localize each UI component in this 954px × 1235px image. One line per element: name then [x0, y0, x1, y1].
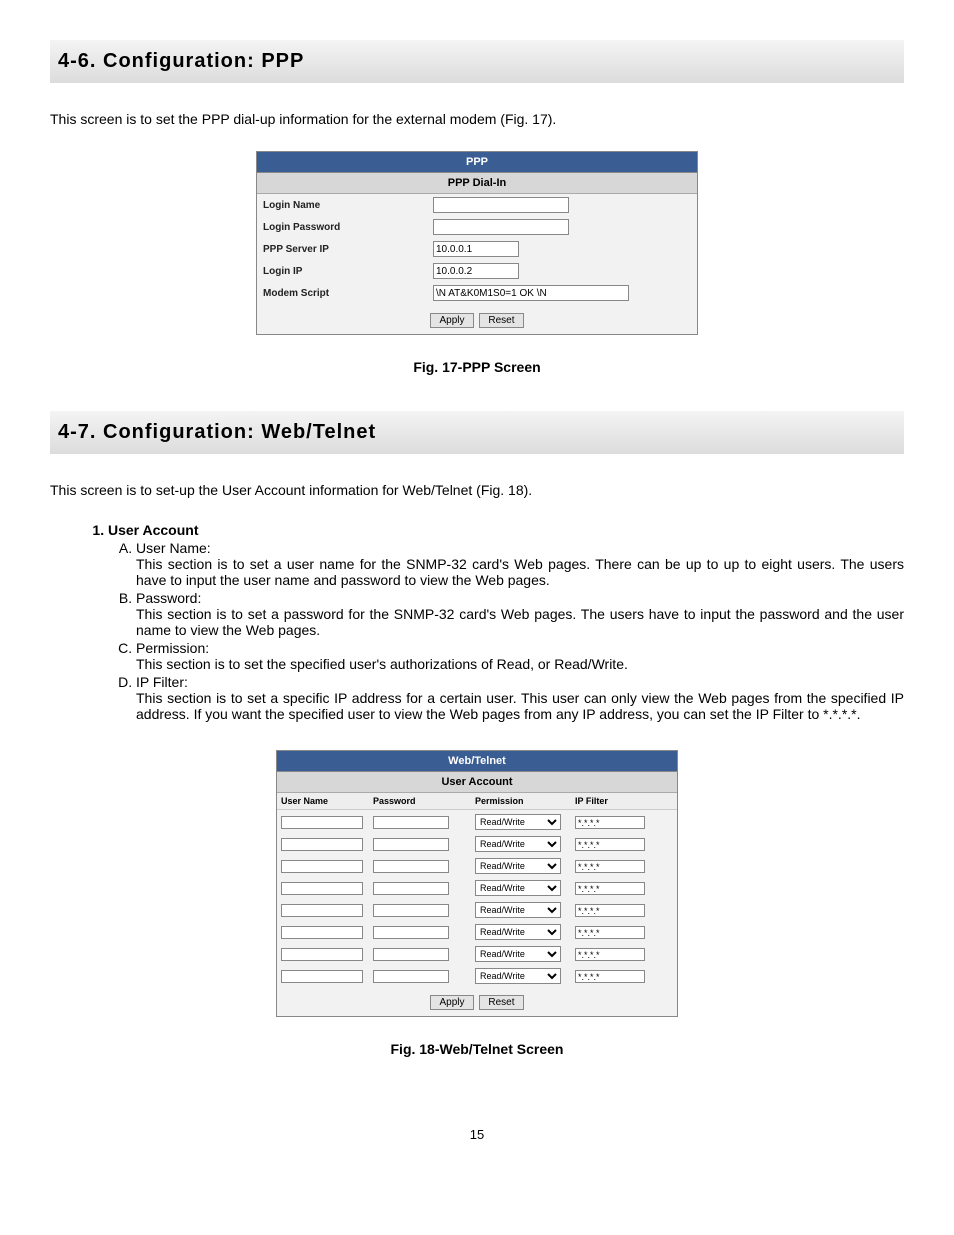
input-login-ip[interactable] [433, 263, 519, 279]
row-password-input[interactable] [373, 838, 449, 851]
table-row: Read/Write [277, 898, 677, 920]
row-password-input[interactable] [373, 882, 449, 895]
row-password-input[interactable] [373, 948, 449, 961]
row-ppp-server-ip: PPP Server IP [257, 238, 697, 260]
item-ip-filter-label: IP Filter: [136, 674, 188, 690]
webtelnet-reset-button[interactable]: Reset [479, 995, 523, 1010]
item-password: Password: This section is to set a passw… [136, 590, 904, 638]
page-number: 15 [50, 1127, 904, 1142]
ppp-panel-title: PPP [257, 152, 697, 173]
webtelnet-panel-title: Web/Telnet [277, 751, 677, 772]
row-user-input[interactable] [281, 882, 363, 895]
col-user-name: User Name [281, 796, 373, 806]
col-password: Password [373, 796, 475, 806]
label-login-name: Login Name [263, 200, 433, 211]
row-ipfilter-input[interactable] [575, 816, 645, 829]
row-user-input[interactable] [281, 860, 363, 873]
col-ip-filter: IP Filter [575, 796, 665, 806]
ppp-apply-button[interactable]: Apply [430, 313, 473, 328]
row-permission-select[interactable]: Read/Write [475, 902, 561, 918]
row-user-input[interactable] [281, 926, 363, 939]
table-row: Read/Write [277, 920, 677, 942]
row-login-name: Login Name [257, 194, 697, 216]
row-login-password: Login Password [257, 216, 697, 238]
row-ipfilter-input[interactable] [575, 904, 645, 917]
table-row: Read/Write [277, 832, 677, 854]
row-password-input[interactable] [373, 970, 449, 983]
row-permission-select[interactable]: Read/Write [475, 836, 561, 852]
input-modem-script[interactable] [433, 285, 629, 301]
row-modem-script: Modem Script [257, 282, 697, 304]
webtelnet-panel-subtitle: User Account [277, 772, 677, 793]
row-ipfilter-input[interactable] [575, 948, 645, 961]
row-permission-select[interactable]: Read/Write [475, 880, 561, 896]
ppp-panel-buttons: Apply Reset [257, 304, 697, 334]
webtelnet-panel-buttons: Apply Reset [277, 986, 677, 1016]
row-user-input[interactable] [281, 838, 363, 851]
row-permission-select[interactable]: Read/Write [475, 814, 561, 830]
table-row: Read/Write [277, 854, 677, 876]
item-permission: Permission: This section is to set the s… [136, 640, 904, 672]
row-password-input[interactable] [373, 816, 449, 829]
fig-18-caption: Fig. 18-Web/Telnet Screen [50, 1041, 904, 1057]
col-permission: Permission [475, 796, 575, 806]
section-4-6-heading: 4-6. Configuration: PPP [50, 40, 904, 83]
row-user-input[interactable] [281, 904, 363, 917]
item-user-name: User Name: This section is to set a user… [136, 540, 904, 588]
item-ip-filter: IP Filter: This section is to set a spec… [136, 674, 904, 722]
row-permission-select[interactable]: Read/Write [475, 946, 561, 962]
row-password-input[interactable] [373, 904, 449, 917]
item-permission-body: This section is to set the specified use… [136, 656, 904, 672]
webtelnet-panel: Web/Telnet User Account User Name Passwo… [276, 750, 678, 1017]
label-modem-script: Modem Script [263, 288, 433, 299]
item-user-name-body: This section is to set a user name for t… [136, 556, 904, 588]
row-ipfilter-input[interactable] [575, 882, 645, 895]
row-ipfilter-input[interactable] [575, 926, 645, 939]
label-ppp-server-ip: PPP Server IP [263, 244, 433, 255]
table-row: Read/Write [277, 876, 677, 898]
table-row: Read/Write [277, 810, 677, 832]
item-password-body: This section is to set a password for th… [136, 606, 904, 638]
item-user-name-label: User Name: [136, 540, 211, 556]
input-ppp-server-ip[interactable] [433, 241, 519, 257]
label-login-password: Login Password [263, 222, 433, 233]
row-login-ip: Login IP [257, 260, 697, 282]
row-user-input[interactable] [281, 970, 363, 983]
label-login-ip: Login IP [263, 266, 433, 277]
item-password-label: Password: [136, 590, 201, 606]
ppp-reset-button[interactable]: Reset [479, 313, 523, 328]
row-permission-select[interactable]: Read/Write [475, 858, 561, 874]
table-row: Read/Write [277, 942, 677, 964]
webtelnet-apply-button[interactable]: Apply [430, 995, 473, 1010]
row-user-input[interactable] [281, 816, 363, 829]
row-user-input[interactable] [281, 948, 363, 961]
row-ipfilter-input[interactable] [575, 970, 645, 983]
row-permission-select[interactable]: Read/Write [475, 968, 561, 984]
row-ipfilter-input[interactable] [575, 860, 645, 873]
webtelnet-table-head: User Name Password Permission IP Filter [277, 793, 677, 810]
input-login-password[interactable] [433, 219, 569, 235]
row-ipfilter-input[interactable] [575, 838, 645, 851]
input-login-name[interactable] [433, 197, 569, 213]
item-ip-filter-body: This section is to set a specific IP add… [136, 690, 904, 722]
item-permission-label: Permission: [136, 640, 209, 656]
row-permission-select[interactable]: Read/Write [475, 924, 561, 940]
section-4-7-heading: 4-7. Configuration: Web/Telnet [50, 411, 904, 454]
user-account-list: User Account User Name: This section is … [50, 522, 904, 722]
section-4-6-intro: This screen is to set the PPP dial-up in… [50, 111, 904, 127]
ppp-panel: PPP PPP Dial-In Login Name Login Passwor… [256, 151, 698, 335]
row-password-input[interactable] [373, 926, 449, 939]
ppp-panel-subtitle: PPP Dial-In [257, 173, 697, 194]
list-head-user-account: User Account [108, 522, 199, 538]
section-4-7-intro: This screen is to set-up the User Accoun… [50, 482, 904, 498]
table-row: Read/Write [277, 964, 677, 986]
fig-17-caption: Fig. 17-PPP Screen [50, 359, 904, 375]
row-password-input[interactable] [373, 860, 449, 873]
